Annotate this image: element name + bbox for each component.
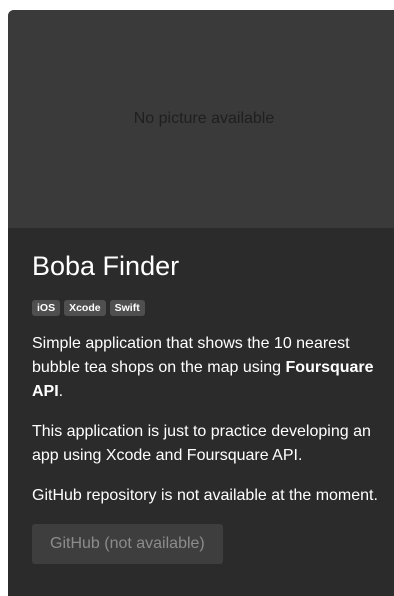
project-description-3: GitHub repository is not available at th… xyxy=(32,487,378,504)
tag-list: iOS Xcode Swift xyxy=(32,300,378,316)
project-image-placeholder: No picture available xyxy=(8,10,394,228)
tag-ios: iOS xyxy=(32,300,61,316)
image-placeholder-text: No picture available xyxy=(133,110,275,127)
tag-xcode: Xcode xyxy=(64,300,106,316)
card-body: Boba Finder iOS Xcode Swift Simple appli… xyxy=(32,246,378,564)
project-description-1: Simple application that shows the 10 nea… xyxy=(32,332,378,404)
project-card: No picture available Boba Finder iOS Xco… xyxy=(8,10,394,596)
tag-swift: Swift xyxy=(109,300,145,316)
description-1-end: . xyxy=(58,383,64,400)
project-title: Boba Finder xyxy=(32,251,180,281)
github-button[interactable]: GitHub (not available) xyxy=(32,524,223,564)
project-description-2: This application is just to practice dev… xyxy=(32,423,371,464)
